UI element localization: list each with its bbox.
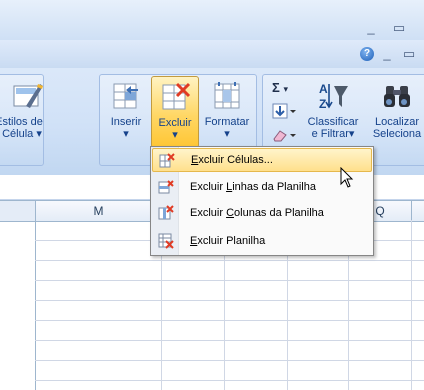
delete-columns-icon: [158, 205, 174, 221]
format-label: Formatar: [204, 116, 250, 128]
delete-rows-icon: [158, 179, 174, 195]
cell-styles-icon: [12, 80, 44, 112]
insert-cells-icon: [110, 80, 142, 112]
grid-line: [411, 220, 412, 390]
sort-az-icon: A Z: [317, 80, 349, 112]
delete-cells-icon: [159, 153, 175, 169]
menu-item-delete-sheet[interactable]: Excluir Planilha: [152, 229, 372, 253]
grid-line: [35, 360, 424, 361]
window-title-bar: _ ▭: [0, 0, 424, 41]
fill-button[interactable]: [272, 103, 298, 119]
insert-button[interactable]: Inserir ▾: [104, 80, 148, 158]
row-header-border: [35, 220, 36, 390]
autosum-dropdown-arrow: ▾: [283, 84, 288, 94]
column-header-m[interactable]: M: [36, 201, 162, 221]
find-select-label-1: Localizar: [374, 116, 420, 128]
format-cells-icon: [211, 80, 243, 112]
grid-line: [35, 280, 424, 281]
format-dropdown-arrow: ▾: [224, 128, 230, 140]
workbook-minimize-button[interactable]: _: [378, 46, 396, 62]
help-icon[interactable]: ?: [360, 47, 374, 61]
app-restore-button[interactable]: ▭: [390, 20, 408, 36]
delete-button[interactable]: Excluir ▾: [151, 76, 199, 148]
binoculars-icon: [381, 80, 413, 112]
grid-line: [35, 260, 424, 261]
eraser-icon: [273, 130, 296, 142]
cell-styles-label-1: Estilos de: [0, 116, 43, 128]
sum-icon: Σ: [272, 80, 280, 95]
menu-item-delete-columns[interactable]: Excluir Colunas da Planilha: [152, 201, 372, 225]
fill-down-icon: [272, 103, 296, 119]
app-minimize-button[interactable]: _: [362, 20, 380, 36]
find-select-button[interactable]: Localizar Seleciona: [368, 80, 424, 158]
insert-dropdown-arrow: ▾: [123, 128, 129, 140]
ribbon-tab-bar: ? _ ▭: [0, 40, 424, 69]
grid-line: [35, 380, 424, 381]
cell-styles-button[interactable]: Estilos de Célula ▾: [0, 80, 44, 158]
autosum-button[interactable]: Σ ▾: [272, 80, 288, 96]
sort-filter-label-1: Classificar: [307, 116, 359, 128]
grid-line: [35, 300, 424, 301]
workbook-restore-button[interactable]: ▭: [400, 46, 418, 62]
delete-label: Excluir: [158, 117, 192, 129]
mouse-cursor-icon: [340, 166, 354, 189]
select-all-corner[interactable]: [0, 201, 36, 221]
svg-text:A: A: [319, 82, 328, 96]
menu-item-label: Excluir Colunas da Planilha: [190, 207, 324, 219]
column-header-r[interactable]: [412, 201, 424, 221]
delete-dropdown-menu: Excluir Células... Excluir Linhas da Pla…: [150, 146, 374, 256]
svg-text:Z: Z: [319, 97, 326, 111]
menu-item-label: Excluir Linhas da Planilha: [190, 181, 316, 193]
delete-dropdown-arrow: ▾: [172, 129, 178, 141]
sort-filter-label-2: e Filtrar▾: [311, 128, 355, 140]
clear-button[interactable]: [272, 127, 298, 143]
cell-styles-label-2: Célula ▾: [2, 128, 42, 140]
menu-item-label: Excluir Planilha: [190, 235, 266, 247]
menu-item-delete-cells[interactable]: Excluir Células...: [152, 148, 372, 172]
menu-item-delete-rows[interactable]: Excluir Linhas da Planilha: [152, 175, 372, 199]
grid-line: [35, 340, 424, 341]
delete-cells-icon: [159, 81, 191, 113]
find-select-label-2: Seleciona: [372, 128, 422, 140]
menu-item-label: Excluir Células...: [191, 154, 273, 166]
delete-sheet-icon: [158, 233, 174, 249]
insert-label: Inserir: [110, 116, 142, 128]
grid-line: [35, 320, 424, 321]
